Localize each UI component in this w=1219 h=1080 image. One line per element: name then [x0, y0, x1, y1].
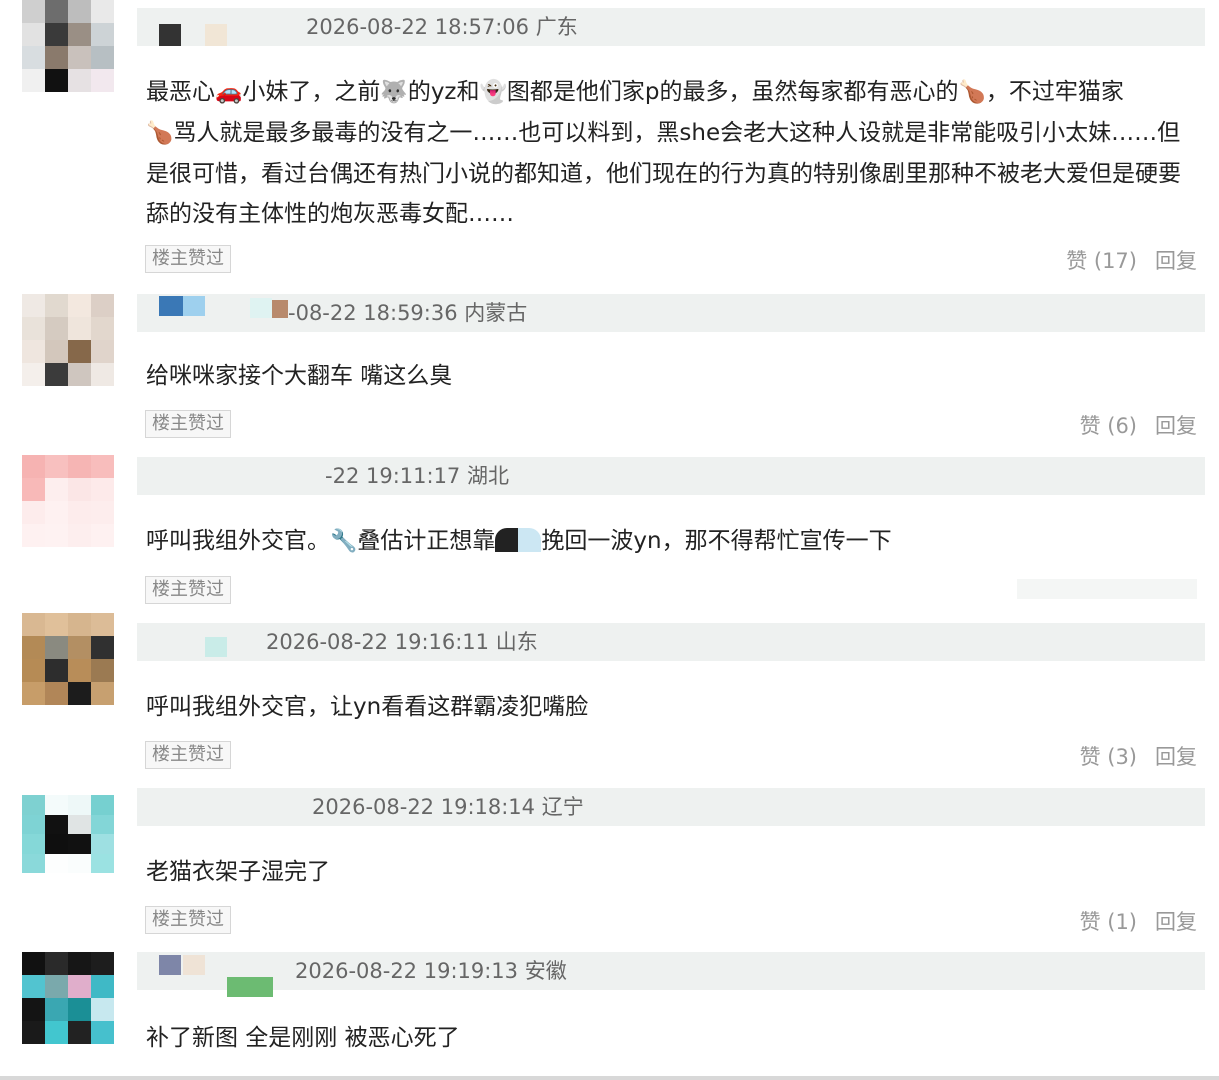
- comment-meta: 2026-08-22 19:18:14 辽宁: [312, 795, 584, 819]
- comment-content: 最恶心🚗小妹了，之前🐺的yz和👻图都是他们家p的最多，虽然每家都有恶心的🍗，不过…: [146, 72, 1199, 234]
- comment-meta-bar: -22 19:11:17 湖北: [137, 457, 1205, 495]
- op-liked-badge: 楼主赞过: [145, 906, 231, 934]
- like-button[interactable]: 赞 (6): [1080, 414, 1137, 438]
- username-blurred[interactable]: [159, 296, 183, 316]
- comment-meta: 2026-08-22 19:16:11 山东: [266, 630, 538, 654]
- ghost-emoji-icon: 👻: [479, 80, 507, 105]
- username-blurred: [272, 300, 288, 318]
- username-blurred[interactable]: [159, 955, 181, 975]
- comment-meta-bar: 2026-08-22 19:19:13 安徽: [137, 952, 1205, 997]
- op-liked-badge: 楼主赞过: [145, 576, 231, 604]
- avatar[interactable]: [22, 455, 114, 547]
- comment-meta-bar: 2026-08-22 19:18:14 辽宁: [137, 788, 1205, 826]
- reply-button[interactable]: 回复: [1155, 745, 1197, 769]
- comment-actions: 赞 (6) 回复: [1080, 410, 1197, 440]
- comment-content: 给咪咪家接个大翻车 嘴这么臭: [146, 363, 453, 389]
- comment-meta-bar: 2026-08-22 19:16:11 山东: [137, 623, 1205, 661]
- username-blurred: [183, 296, 205, 316]
- comment-content: 呼叫我组外交官。🔧叠估计正想靠 挽回一波yn，那不得帮忙宣传一下: [146, 521, 1199, 562]
- comment-meta: 2026-08-22 19:19:13 安徽: [295, 959, 567, 983]
- op-liked-badge: 楼主赞过: [145, 245, 231, 273]
- username-blurred: [227, 977, 273, 997]
- comment-meta-bar: 2026-08-22 18:57:06 广东: [137, 8, 1205, 46]
- avatar[interactable]: [22, 294, 114, 386]
- comment-actions: 赞 (17) 回复: [1066, 245, 1197, 275]
- drumstick-emoji-icon: 🍗: [146, 121, 174, 146]
- comment-content: 呼叫我组外交官，让yn看看这群霸凌犯嘴脸: [146, 694, 589, 720]
- comment-meta: -22 19:11:17 湖北: [325, 464, 509, 488]
- username-blurred: [205, 24, 227, 46]
- username-blurred[interactable]: [205, 637, 227, 657]
- avatar[interactable]: [22, 952, 114, 1044]
- username-blurred: [183, 955, 205, 975]
- avatar[interactable]: [22, 613, 114, 705]
- username-blurred[interactable]: [159, 24, 181, 46]
- comment-meta-bar: -08-22 18:59:36 内蒙古: [137, 294, 1205, 332]
- car-emoji-icon: 🚗: [215, 80, 243, 105]
- like-button[interactable]: 赞 (3): [1080, 745, 1137, 769]
- drumstick-emoji-icon: 🍗: [958, 80, 986, 105]
- username-blurred: [250, 298, 272, 318]
- wolf-emoji-icon: 🐺: [380, 80, 408, 105]
- reply-button[interactable]: 回复: [1155, 414, 1197, 438]
- op-liked-badge: 楼主赞过: [145, 741, 231, 769]
- comment-meta: -08-22 18:59:36 内蒙古: [288, 301, 528, 325]
- comment-content: 补了新图 全是刚刚 被恶心死了: [146, 1025, 460, 1051]
- blurred-region: [1017, 579, 1197, 599]
- comment-content: 老猫衣架子湿完了: [146, 859, 330, 885]
- blurred-region: [495, 528, 542, 552]
- avatar[interactable]: [22, 0, 114, 92]
- comment-meta: 2026-08-22 18:57:06 广东: [306, 15, 578, 39]
- like-button[interactable]: 赞 (17): [1066, 249, 1137, 273]
- comment-actions: 赞 (1) 回复: [1080, 906, 1197, 936]
- comment-actions: 赞 (3) 回复: [1080, 741, 1197, 771]
- bottom-edge: [0, 1076, 1219, 1080]
- reply-button[interactable]: 回复: [1155, 910, 1197, 934]
- like-button[interactable]: 赞 (1): [1080, 910, 1137, 934]
- wrench-emoji-icon: 🔧: [330, 529, 358, 554]
- op-liked-badge: 楼主赞过: [145, 410, 231, 438]
- reply-button[interactable]: 回复: [1155, 249, 1197, 273]
- avatar[interactable]: [22, 795, 114, 873]
